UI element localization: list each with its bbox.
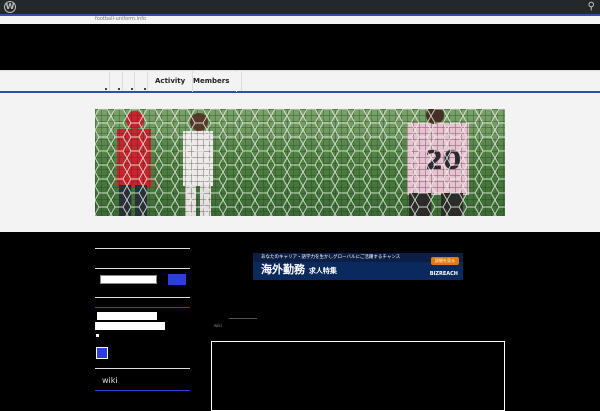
sidebar-input-field[interactable]	[95, 322, 165, 330]
nav-dot	[131, 88, 133, 90]
ad-main-text: 海外勤務	[261, 263, 305, 276]
sidebar-divider	[95, 268, 190, 269]
sidebar-wiki-link[interactable]: wiki	[102, 376, 118, 385]
nav-item-members[interactable]: Members	[186, 71, 238, 92]
sidebar-blue-divider	[95, 307, 190, 308]
sidebar-search-input[interactable]	[100, 275, 157, 284]
advertisement-banner[interactable]: あなたのキャリア・語学力を生かしグローバルにご活躍するチャンス 海外勤務 求人特…	[253, 253, 463, 280]
nav-dot	[105, 88, 107, 90]
admin-bar: W ⚲	[0, 0, 600, 14]
ad-title: 海外勤務 求人特集	[261, 263, 337, 278]
nav-item-blank[interactable]	[135, 72, 148, 91]
nav-item-blank[interactable]	[95, 72, 110, 91]
soccer-net-photo: 20	[95, 109, 505, 216]
header-banner-image: 20	[95, 109, 505, 216]
content-box	[211, 341, 505, 411]
sidebar-search-button[interactable]	[168, 274, 186, 285]
sidebar-divider	[95, 248, 190, 249]
nav-item-blank[interactable]	[231, 72, 242, 91]
content-divider	[229, 318, 257, 319]
ad-brand: BIZREACH	[429, 271, 458, 277]
sidebar-submit-button[interactable]	[96, 347, 108, 359]
sidebar-divider	[95, 297, 190, 298]
sidebar-divider	[95, 368, 190, 369]
ad-sub-text: 求人特集	[308, 267, 337, 275]
main-nav: Activity Members	[0, 70, 600, 93]
nav-dot	[144, 88, 146, 90]
site-url[interactable]: football-uniform.info	[95, 16, 146, 23]
wordpress-icon[interactable]: W	[4, 1, 16, 13]
content-meta: wiki	[214, 323, 222, 328]
search-icon[interactable]: ⚲	[588, 1, 595, 13]
nav-item-blank[interactable]	[110, 72, 123, 91]
sidebar-input-field[interactable]	[97, 312, 157, 320]
sidebar-checkbox[interactable]	[96, 334, 99, 337]
nav-item-blank[interactable]	[123, 72, 135, 91]
sidebar-blue-divider	[95, 390, 190, 391]
site-url-bar	[0, 16, 600, 24]
site-header	[0, 24, 600, 70]
ad-cta-button[interactable]: 詳細を見る	[431, 257, 459, 265]
nav-dot	[118, 88, 120, 90]
